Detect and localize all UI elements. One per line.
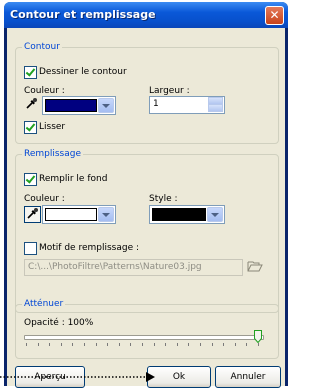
folder-open-icon	[247, 261, 263, 272]
slider-tick	[49, 343, 51, 346]
opacity-slider-thumb[interactable]	[254, 330, 262, 344]
eyedropper-icon	[27, 208, 38, 219]
fill-color-swatch	[45, 208, 97, 221]
browse-pattern-button[interactable]	[247, 259, 263, 273]
slider-tick	[37, 343, 39, 346]
contour-legend: Contour	[24, 42, 60, 52]
fill-style-swatch	[152, 208, 206, 221]
slider-tick	[153, 343, 155, 346]
attenuate-group: Atténuer	[15, 299, 279, 359]
eyedropper-icon	[26, 98, 37, 109]
close-button[interactable]: ✕	[265, 6, 284, 25]
contour-color-swatch	[45, 99, 97, 112]
draw-contour-label: Dessiner le contour	[39, 67, 127, 77]
ok-button-label: Ok	[172, 372, 186, 382]
dialog-title: Contour et remplissage	[10, 8, 156, 21]
fill-color-label: Couleur :	[24, 194, 65, 204]
width-label: Largeur :	[149, 86, 190, 96]
callout-arrow	[0, 372, 155, 382]
slider-tick	[258, 343, 259, 346]
width-spinner[interactable]: 1	[149, 96, 225, 114]
slider-tick	[26, 343, 27, 346]
contour-color-label: Couleur :	[24, 86, 65, 96]
slider-tick	[211, 343, 213, 346]
chevron-down-icon[interactable]	[98, 98, 114, 113]
cancel-button-label: Annuler	[230, 372, 266, 382]
slider-tick	[165, 343, 167, 346]
cancel-button[interactable]: Annuler	[215, 366, 281, 388]
slider-tick	[176, 343, 178, 346]
fill-eyedropper-button[interactable]	[24, 206, 41, 223]
opacity-label: Opacité : 100%	[24, 318, 94, 328]
contour-color-combo[interactable]	[42, 96, 116, 115]
slider-tick	[223, 343, 225, 346]
slider-tick	[107, 343, 109, 346]
slider-tick	[95, 343, 97, 346]
slider-tick	[60, 343, 62, 346]
slider-tick	[188, 343, 190, 346]
slider-tick	[72, 343, 74, 346]
opacity-slider-track[interactable]	[24, 335, 264, 340]
fill-style-combo[interactable]	[149, 205, 225, 224]
dialog-body: Contour Dessiner le contour Couleur : La…	[7, 28, 285, 388]
fill-color-combo[interactable]	[42, 205, 116, 224]
pattern-path-field[interactable]: C:\...\PhotoFiltre\Patterns\Nature03.jpg	[24, 259, 243, 276]
chevron-down-icon[interactable]	[98, 207, 114, 222]
pattern-label: Motif de remplissage :	[39, 243, 139, 253]
slider-tick	[142, 343, 143, 346]
close-icon: ✕	[269, 8, 280, 22]
smooth-checkbox[interactable]	[24, 121, 37, 134]
slider-tick	[130, 343, 132, 346]
pattern-checkbox[interactable]	[24, 242, 37, 255]
style-label: Style :	[149, 194, 178, 204]
slider-tick	[200, 343, 201, 346]
width-value[interactable]: 1	[153, 99, 159, 109]
slider-tick	[84, 343, 85, 346]
dialog-window: Contour et remplissage ✕ Contour Dessine…	[4, 2, 288, 388]
spin-down-icon[interactable]	[208, 104, 223, 112]
draw-contour-checkbox[interactable]	[24, 66, 37, 79]
fill-legend: Remplissage	[24, 149, 82, 159]
attenuate-legend: Atténuer	[24, 299, 64, 309]
slider-tick	[118, 343, 120, 346]
fill-background-checkbox[interactable]	[24, 173, 37, 186]
chevron-down-icon[interactable]	[207, 207, 223, 222]
contour-eyedropper-button[interactable]	[24, 97, 39, 112]
slider-tick	[246, 343, 248, 346]
smooth-label: Lisser	[39, 122, 66, 132]
fill-background-label: Remplir le fond	[39, 174, 108, 184]
title-bar[interactable]: Contour et remplissage ✕	[4, 2, 288, 28]
slider-tick	[234, 343, 236, 346]
